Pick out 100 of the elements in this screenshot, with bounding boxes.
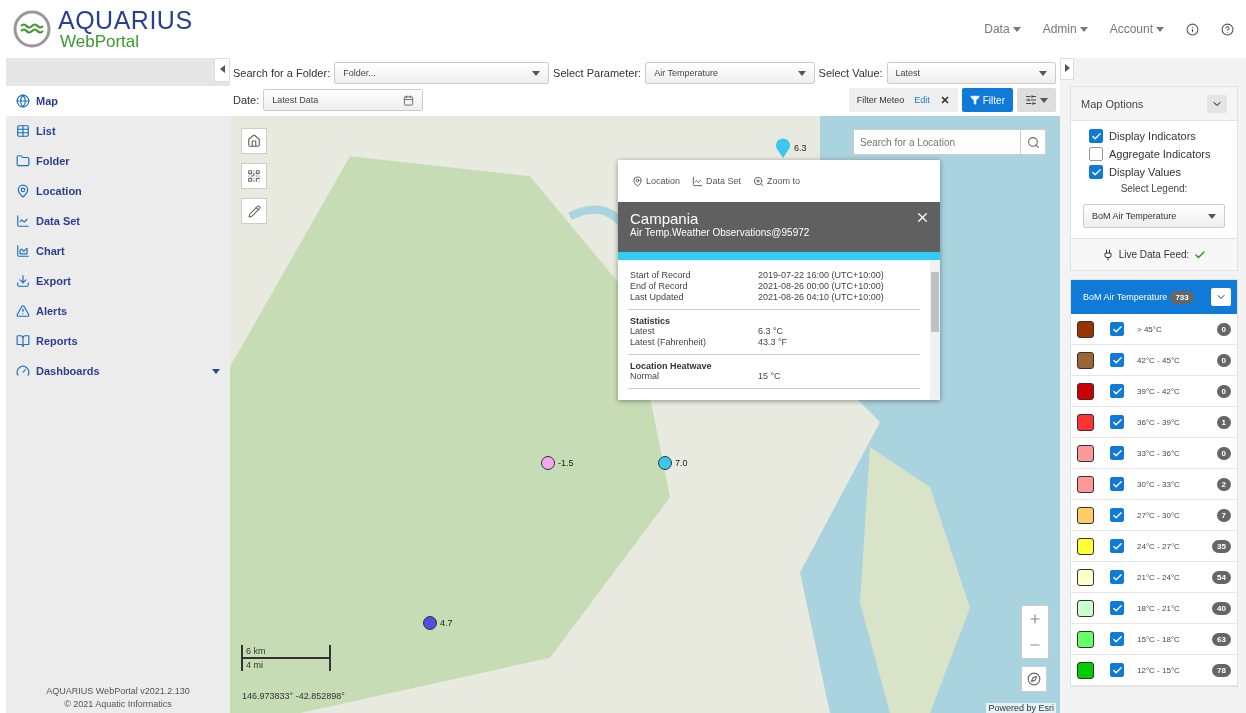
home-button[interactable] (241, 128, 267, 154)
compass-button[interactable] (1021, 666, 1047, 692)
settings-button[interactable] (1017, 88, 1056, 112)
collapse-button[interactable] (1207, 94, 1227, 113)
filter-button[interactable]: Filter (961, 88, 1013, 112)
field-value: 43.3 °F (758, 337, 789, 348)
legend-checkbox[interactable] (1110, 601, 1124, 615)
marker-value: 6.3 (794, 143, 807, 153)
sidebar-item[interactable]: Folder (6, 146, 230, 176)
legend-select[interactable]: BoM Air Temperature (1083, 204, 1225, 228)
check-icon (1111, 354, 1123, 366)
range-label: > 45°C (1137, 324, 1163, 334)
legend-checkbox[interactable] (1110, 415, 1124, 429)
plug-icon (1101, 248, 1114, 261)
legend-checkbox[interactable] (1110, 353, 1124, 367)
check-icon (1111, 509, 1123, 521)
pencil-icon (247, 204, 261, 218)
sidebar-item[interactable]: Alerts (6, 296, 230, 326)
option-label: Aggregate Indicators (1109, 148, 1211, 160)
legend-checkbox[interactable] (1110, 508, 1124, 522)
check-icon (1111, 478, 1123, 490)
check-icon (1090, 130, 1102, 142)
popup-title: Campania (630, 210, 699, 227)
warning-icon (16, 304, 30, 318)
nav-menu[interactable]: Data (984, 22, 1021, 36)
sidebar-item[interactable]: Export (6, 266, 230, 296)
date-field[interactable]: Latest Data (263, 89, 424, 111)
count-badge: 1 (1216, 415, 1231, 429)
collapse-button[interactable] (214, 58, 230, 82)
popup-action-link[interactable]: Data Set (692, 175, 742, 187)
sliders-icon (1025, 94, 1037, 106)
range-label: 27°C - 30°C (1137, 510, 1181, 520)
close-icon[interactable] (939, 95, 950, 105)
gauge-icon (16, 364, 30, 378)
checkbox[interactable] (1089, 129, 1103, 143)
scrollbar[interactable] (930, 260, 940, 400)
caret-icon (797, 70, 806, 76)
map-pin-icon (16, 184, 30, 198)
select-field[interactable]: Folder... (334, 62, 550, 84)
grid-icon (247, 169, 261, 183)
count-badge: 54 (1212, 570, 1231, 584)
nav-menu[interactable]: Admin (1042, 22, 1088, 36)
legend-checkbox[interactable] (1110, 322, 1124, 336)
check-icon (1111, 571, 1123, 583)
grid-button[interactable] (241, 163, 267, 189)
field-name: Start of Record (630, 270, 692, 281)
plus-icon (1028, 612, 1042, 626)
field-name: End of Record (630, 281, 689, 292)
nav-menu[interactable]: Account (1109, 22, 1164, 36)
legend-checkbox[interactable] (1110, 632, 1124, 646)
panel-title: Map Options (1081, 97, 1144, 110)
footer-text: AQUARIUS WebPortal v2021.2.130 (46, 686, 190, 696)
legend-checkbox[interactable] (1110, 477, 1124, 491)
popup-action-link[interactable]: Zoom to (753, 175, 801, 187)
field-name: Latest (Fahrenheit) (630, 337, 708, 348)
sidebar-item[interactable]: Location (6, 176, 230, 206)
draw-button[interactable] (241, 198, 267, 224)
edit-link[interactable]: Edit (914, 95, 930, 105)
expand-button[interactable] (1060, 58, 1074, 80)
popup-action-link[interactable]: Location (632, 175, 681, 187)
marker-value: -1.5 (558, 458, 574, 468)
sidebar-item[interactable]: Data Set (6, 206, 230, 236)
count-badge: 35 (1212, 539, 1231, 553)
caret-icon (1012, 26, 1021, 32)
sidebar-item[interactable]: Map (6, 86, 230, 116)
sidebar-item[interactable]: List (6, 116, 230, 146)
marker-value: 7.0 (675, 458, 688, 468)
sidebar-item[interactable]: Chart (6, 236, 230, 266)
legend-checkbox[interactable] (1110, 446, 1124, 460)
checkbox[interactable] (1089, 165, 1103, 179)
marker-value: 4.7 (440, 618, 453, 628)
select-field[interactable]: Latest (886, 62, 1056, 84)
sidebar-item[interactable]: Dashboards (6, 356, 230, 386)
location-search-field[interactable]: Search for a Location (853, 129, 1020, 155)
caret-icon (1039, 70, 1047, 76)
close-icon (915, 210, 930, 225)
help-icon[interactable] (1221, 22, 1234, 36)
legend-checkbox[interactable] (1110, 663, 1124, 677)
legend-checkbox[interactable] (1110, 570, 1124, 584)
folder-icon (16, 154, 30, 168)
compass-icon (1027, 672, 1041, 686)
range-label: 15°C - 18°C (1137, 634, 1181, 644)
field-label: Date: (233, 94, 260, 106)
line-chart-icon (16, 214, 30, 228)
range-label: 36°C - 39°C (1137, 417, 1181, 427)
option-label: Display Values (1109, 166, 1181, 178)
info-icon[interactable] (1186, 22, 1199, 36)
attribution-text: Powered by Esri (986, 703, 1056, 713)
table-icon (16, 124, 30, 138)
legend-title: BoM Air Temperature (1083, 292, 1168, 302)
caret-icon (1208, 213, 1216, 219)
sidebar-item[interactable]: Reports (6, 326, 230, 356)
select-field[interactable]: Air Temperature (645, 62, 815, 84)
legend-checkbox[interactable] (1110, 539, 1124, 553)
range-label: 24°C - 27°C (1137, 541, 1181, 551)
legend-label: Select Legend: (1119, 183, 1189, 194)
map-pin-icon (632, 175, 643, 187)
search-button[interactable] (1020, 129, 1046, 155)
checkbox[interactable] (1089, 147, 1103, 161)
legend-checkbox[interactable] (1110, 384, 1124, 398)
